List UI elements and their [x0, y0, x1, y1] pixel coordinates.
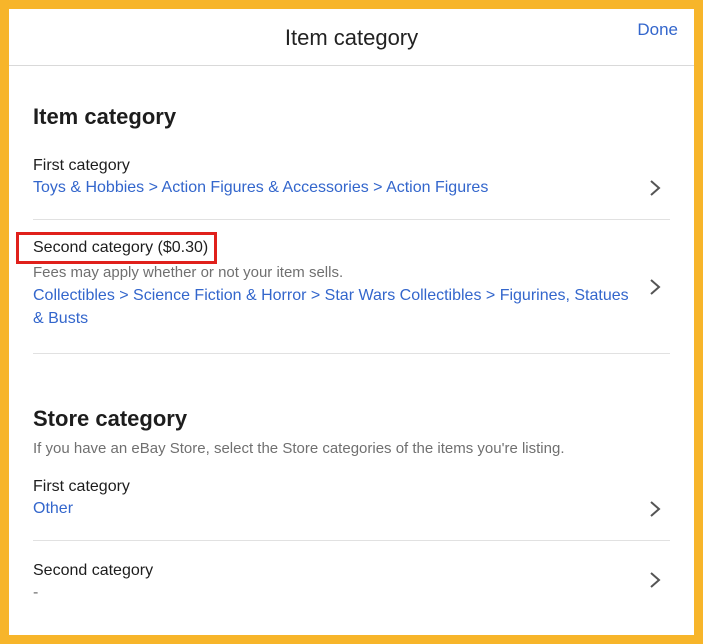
item-first-category-row[interactable]: First category Toys & Hobbies > Action F…: [33, 156, 670, 220]
item-category-panel: Item category Done Item category First c…: [9, 9, 694, 635]
item-second-category-fee-note: Fees may apply whether or not your item …: [33, 264, 344, 281]
store-first-category-label: First category: [33, 478, 130, 495]
page-title: Item category: [284, 25, 419, 50]
content: Item category First category Toys & Hobb…: [9, 104, 694, 618]
item-second-category-label: Second category ($0.30): [33, 239, 209, 256]
chevron-right-icon: [650, 571, 661, 588]
chevron-right-icon: [650, 179, 661, 196]
item-second-category-row[interactable]: Second category ($0.30) Fees may apply w…: [16, 220, 670, 354]
store-category-subtitle: If you have an eBay Store, select the St…: [33, 440, 565, 457]
store-first-category-value: Other: [33, 500, 74, 517]
store-category-heading: Store category: [33, 406, 188, 431]
chevron-right-icon: [650, 500, 661, 517]
store-first-category-row[interactable]: First category Other: [33, 477, 670, 541]
store-second-category-label: Second category: [33, 562, 154, 579]
highlight-box: Second category ($0.30): [16, 232, 218, 264]
item-category-heading: Item category: [33, 104, 177, 129]
item-first-category-value: Toys & Hobbies > Action Figures & Access…: [33, 179, 489, 196]
top-bar: Item category Done: [9, 9, 694, 66]
item-second-category-value: Collectibles > Science Fiction & Horror …: [33, 287, 629, 327]
chevron-right-icon: [650, 278, 661, 295]
item-first-category-label: First category: [33, 157, 130, 174]
done-button[interactable]: Done: [637, 20, 678, 40]
store-second-category-row[interactable]: Second category -: [33, 541, 670, 618]
store-second-category-value: -: [33, 584, 39, 601]
